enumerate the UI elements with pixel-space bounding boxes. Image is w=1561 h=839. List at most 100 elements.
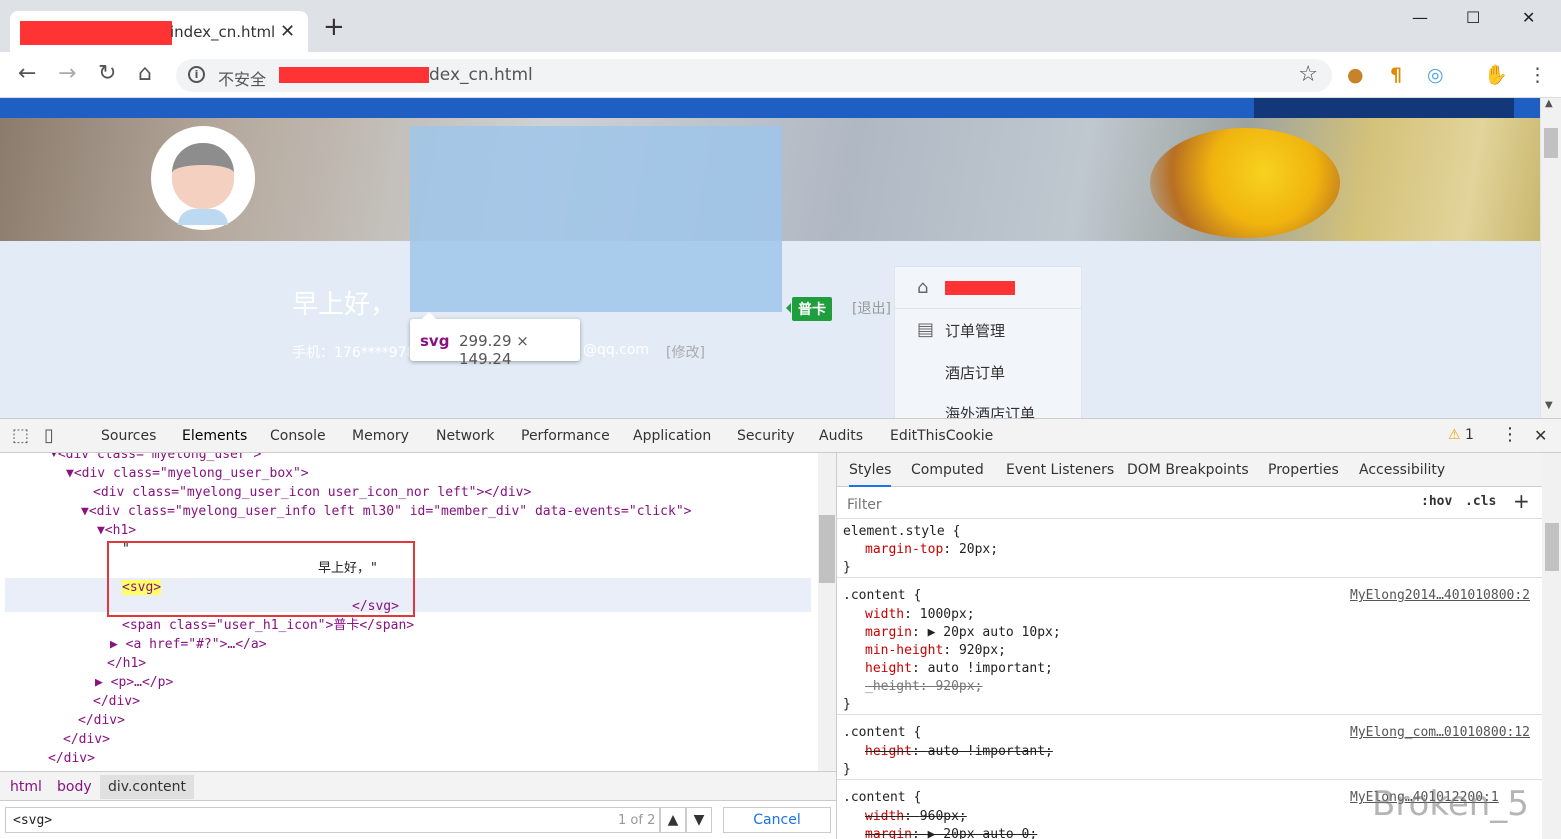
close-window-button[interactable]: ✕ [1522, 8, 1535, 27]
tab-computed[interactable]: Computed [911, 462, 984, 478]
dom-line[interactable]: ▼<div class="myelong_user_info left ml30… [81, 502, 691, 521]
dom-line[interactable]: <div class="myelong_user_icon user_icon_… [93, 483, 531, 502]
styles-scrollbar[interactable] [1542, 453, 1561, 839]
rule-property[interactable]: height: auto !important; [865, 660, 1053, 678]
tab-memory[interactable]: Memory [352, 428, 409, 444]
rule-property-overridden[interactable]: _height: 920px; [865, 678, 982, 696]
new-rule-button[interactable]: + [1513, 489, 1530, 513]
tab-elements[interactable]: Elements [182, 428, 247, 444]
device-toggle-icon[interactable]: ▯ [44, 425, 54, 446]
scroll-thumb[interactable] [1545, 523, 1559, 571]
new-tab-button[interactable]: + [323, 14, 345, 40]
security-label[interactable]: 不安全 [218, 66, 266, 90]
tab-audits[interactable]: Audits [819, 428, 863, 444]
forward-button[interactable]: → [58, 62, 76, 86]
breadcrumb-div-content[interactable]: div.content [100, 775, 195, 799]
tab-accessibility[interactable]: Accessibility [1359, 462, 1445, 478]
rule-property-overridden[interactable]: height: auto !important; [865, 743, 1053, 761]
dom-line[interactable]: </div> [48, 749, 95, 768]
search-cancel-button[interactable]: Cancel [723, 807, 831, 833]
scroll-down-icon[interactable]: ▼ [1545, 400, 1553, 411]
tab-editthiscookie[interactable]: EditThisCookie [890, 428, 993, 444]
cookie-icon[interactable]: ● [1347, 64, 1364, 86]
devtools-menu-icon[interactable]: ⋮ [1501, 424, 1519, 445]
minimize-button[interactable]: — [1412, 8, 1428, 27]
logout-link[interactable]: [退出] [852, 298, 891, 318]
dom-line[interactable]: ▼<h1> [97, 521, 136, 540]
filter-input[interactable]: Filter [841, 491, 1407, 513]
tab-close-icon[interactable]: ✕ [280, 21, 295, 42]
rule-property[interactable]: width: 1000px; [865, 606, 975, 624]
address-bar[interactable]: i 不安全 dex_cn.html ☆ [176, 59, 1332, 92]
inspect-element-icon[interactable]: ⬚ [12, 425, 29, 446]
tab-event-listeners[interactable]: Event Listeners [1006, 462, 1114, 478]
maximize-button[interactable]: ☐ [1466, 8, 1480, 27]
menu-item-home[interactable]: ⌂ [895, 267, 1081, 309]
search-next-button[interactable]: ▼ [686, 807, 712, 833]
rule-property-overridden[interactable]: width: 960px; [865, 808, 967, 826]
breadcrumb-body[interactable]: body [57, 779, 92, 795]
back-button[interactable]: ← [18, 62, 36, 86]
tab-performance[interactable]: Performance [521, 428, 610, 444]
tab-network[interactable]: Network [436, 428, 494, 444]
menu-icon[interactable]: ⋮ [1528, 64, 1547, 86]
tab-sources[interactable]: Sources [101, 428, 156, 444]
avatar-head [172, 143, 234, 209]
dom-line[interactable]: </div> [93, 692, 140, 711]
tab-properties[interactable]: Properties [1268, 462, 1339, 478]
dom-line[interactable]: </div> [63, 730, 110, 749]
tab-styles[interactable]: Styles [849, 462, 892, 487]
scroll-thumb[interactable] [819, 515, 835, 583]
search-prev-button[interactable]: ▲ [660, 807, 686, 833]
dom-scrollbar[interactable] [818, 453, 836, 771]
info-icon[interactable]: i [188, 66, 205, 83]
tab-application[interactable]: Application [633, 428, 711, 444]
breadcrumb-html[interactable]: html [10, 779, 42, 795]
rule-close: } [843, 560, 851, 575]
menu-item-hotel-orders[interactable]: 酒店订单 [895, 351, 1081, 393]
rule-selector[interactable]: .content { [843, 789, 921, 807]
tab-console[interactable]: Console [270, 428, 326, 444]
warnings-indicator[interactable]: ⚠ 1 [1448, 427, 1474, 443]
menu-item-orders[interactable]: ▤ 订单管理 [895, 309, 1081, 351]
cls-button[interactable]: .cls [1465, 494, 1496, 509]
tab-dom-breakpoints[interactable]: DOM Breakpoints [1127, 462, 1249, 478]
puzzle-icon[interactable]: ✋ [1484, 64, 1508, 86]
annotation-box [107, 541, 415, 617]
circle-icon[interactable]: ◎ [1427, 64, 1444, 86]
bookmark-star-icon[interactable]: ☆ [1298, 62, 1318, 87]
rule-property-overridden[interactable]: margin: ▶ 20px auto 0; [865, 826, 1037, 839]
avatar[interactable] [151, 126, 255, 230]
dom-line[interactable]: </h1> [107, 654, 146, 673]
rule-selector[interactable]: .content { [843, 587, 921, 605]
rule-close: } [843, 697, 851, 712]
home-button[interactable]: ⌂ [138, 62, 152, 86]
watermark: Broken_5 [1372, 784, 1529, 824]
dom-line[interactable]: <span class="user_h1_icon">普卡</span> [122, 616, 414, 635]
modify-link[interactable]: [修改] [666, 342, 705, 362]
dom-line[interactable]: ▶ <p>…</p> [95, 673, 173, 692]
paragraph-icon[interactable]: ¶ [1390, 64, 1402, 86]
dom-line[interactable]: </div> [78, 711, 125, 730]
scroll-up-icon[interactable]: ▲ [1545, 98, 1553, 109]
rule-property[interactable]: min-height: 920px; [865, 642, 1006, 660]
dom-line[interactable]: ▶ <a href="#?">…</a> [110, 635, 267, 654]
menu-item-overseas-orders[interactable]: 海外酒店订单 [895, 392, 1081, 418]
url-text[interactable]: dex_cn.html [429, 65, 533, 85]
dom-line[interactable]: ▾<div class="myelong_user"> [50, 453, 261, 464]
rule-property[interactable]: margin: ▶ 20px auto 10px; [865, 624, 1061, 642]
rule-source-link[interactable]: MyElong2014…401010800:2 [1350, 587, 1530, 605]
page-scrollbar[interactable]: ▲ ▼ [1540, 98, 1561, 418]
browser-tab[interactable]: index_cn.html ✕ [10, 11, 308, 52]
rule-selector[interactable]: element.style { [843, 523, 960, 541]
devtools-close-icon[interactable]: ✕ [1534, 426, 1547, 445]
reload-button[interactable]: ↻ [98, 62, 116, 86]
scroll-thumb[interactable] [1544, 128, 1558, 158]
dom-line[interactable]: ▼<div class="myelong_user_box"> [66, 464, 309, 483]
rule-property[interactable]: margin-top: 20px; [865, 541, 998, 559]
tab-security[interactable]: Security [737, 428, 795, 444]
rule-source-link[interactable]: MyElong_com…01010800:12 [1350, 724, 1530, 742]
rule-selector[interactable]: .content { [843, 724, 921, 742]
hov-button[interactable]: :hov [1421, 494, 1452, 509]
dom-search-input[interactable]: <svg> 1 of 2 [5, 807, 660, 833]
